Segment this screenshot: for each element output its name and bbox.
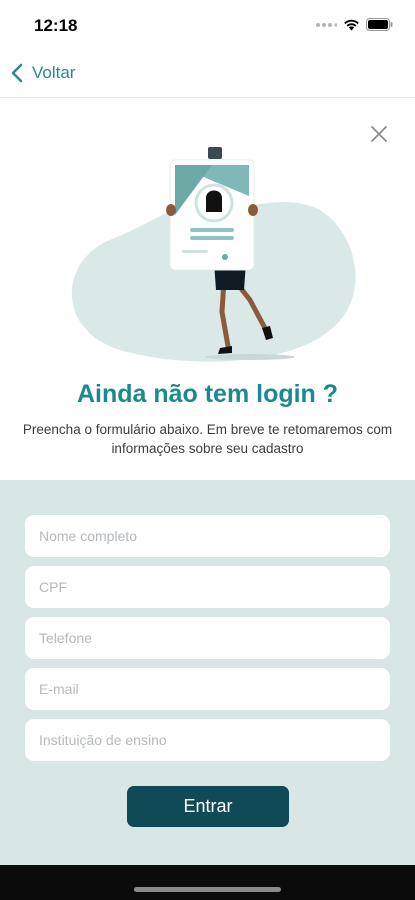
page-subtitle: Preencha o formulário abaixo. Em breve t… xyxy=(22,422,393,456)
navigation-bar: Voltar xyxy=(0,50,415,98)
signal-dots-icon xyxy=(316,22,337,27)
email-field[interactable] xyxy=(25,668,390,710)
wifi-icon xyxy=(344,19,359,31)
floor-shadow xyxy=(205,354,295,360)
back-label: Voltar xyxy=(32,63,76,82)
badge-dot xyxy=(222,254,228,260)
full-name-field[interactable] xyxy=(25,515,390,557)
status-icons xyxy=(315,18,393,31)
battery-icon xyxy=(366,18,393,31)
back-button[interactable]: Voltar xyxy=(10,62,75,84)
badge-clip xyxy=(208,147,222,159)
bottom-bar xyxy=(0,865,415,900)
phone-field[interactable] xyxy=(25,617,390,659)
badge-line-1 xyxy=(190,228,234,232)
page-title: Ainda não tem login ? xyxy=(76,380,339,408)
hero-illustration xyxy=(71,147,356,362)
signup-form: Entrar xyxy=(0,480,415,865)
status-time: 12:18 xyxy=(34,16,78,35)
submit-button[interactable]: Entrar xyxy=(127,786,289,827)
hand-left xyxy=(166,204,176,216)
home-indicator xyxy=(134,887,281,892)
chevron-left-icon xyxy=(11,63,23,83)
cpf-field[interactable] xyxy=(25,566,390,608)
badge-photo-hair xyxy=(206,190,222,212)
institution-field[interactable] xyxy=(25,719,390,761)
badge-line-2 xyxy=(190,236,234,240)
hand-right xyxy=(248,204,258,216)
badge-line-3 xyxy=(182,250,208,253)
status-bar: 12:18 xyxy=(0,0,415,50)
